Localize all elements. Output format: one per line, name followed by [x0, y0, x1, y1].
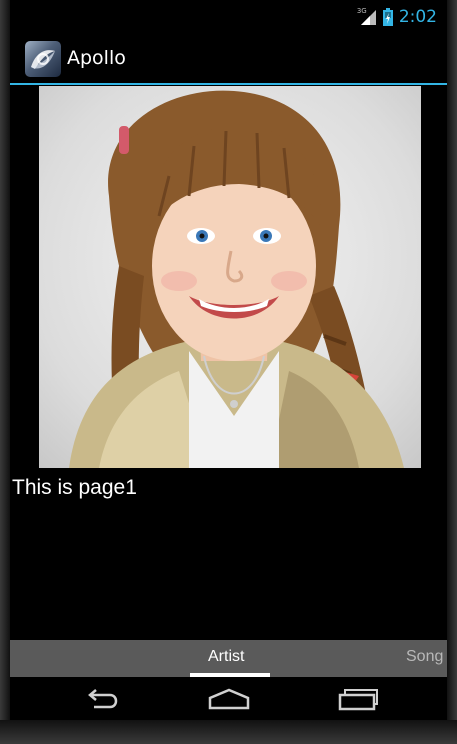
tab-strip: Artist Song — [10, 640, 447, 677]
device-screen: 3G 2:02 Apollo This is page1 Artist Song — [10, 0, 447, 720]
apollo-app-icon[interactable] — [25, 41, 61, 77]
girl-photo — [39, 86, 421, 468]
emulator-frame-bottom — [0, 720, 457, 744]
status-bar: 3G 2:02 — [10, 0, 447, 34]
recent-apps-button[interactable] — [328, 683, 388, 715]
home-icon — [208, 688, 250, 710]
back-button[interactable] — [72, 683, 132, 715]
status-icons: 3G 2:02 — [356, 6, 437, 28]
home-button[interactable] — [199, 683, 259, 715]
network-type-label: 3G — [356, 7, 367, 15]
action-bar: Apollo — [10, 34, 447, 85]
back-icon — [88, 689, 118, 709]
page-content: This is page1 — [10, 85, 447, 640]
emulator-frame-right — [447, 0, 457, 744]
recent-apps-icon — [338, 689, 378, 711]
page-text: This is page1 — [12, 476, 137, 499]
navigation-bar — [10, 677, 447, 720]
tab-song[interactable]: Song — [406, 648, 443, 666]
status-clock: 2:02 — [398, 7, 437, 27]
signal-icon: 3G — [356, 7, 377, 26]
battery-icon — [382, 8, 393, 26]
app-title: Apollo — [67, 47, 126, 69]
tab-artist[interactable]: Artist — [208, 648, 244, 666]
emulator-frame-left — [0, 0, 10, 744]
